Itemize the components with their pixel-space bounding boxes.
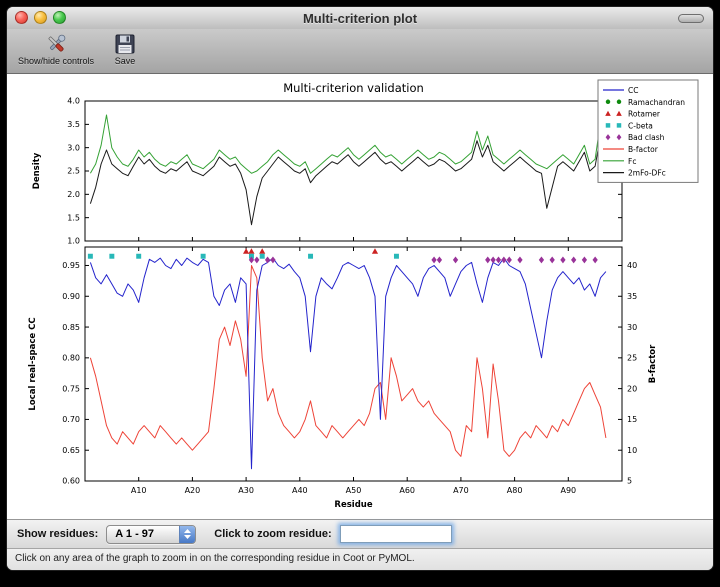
svg-text:30: 30 (627, 323, 637, 332)
svg-text:1.0: 1.0 (67, 237, 80, 246)
svg-text:5: 5 (627, 477, 632, 486)
title-bar[interactable]: Multi-criterion plot (7, 7, 713, 29)
svg-text:A50: A50 (346, 486, 362, 495)
svg-text:A60: A60 (399, 486, 415, 495)
svg-text:4.0: 4.0 (67, 97, 80, 106)
svg-text:3.5: 3.5 (67, 120, 80, 129)
controls-bar: Show residues: A 1 - 97 Click to zoom re… (7, 519, 713, 548)
status-message: Click on any area of the graph to zoom i… (15, 553, 415, 564)
svg-text:Fc: Fc (628, 157, 636, 166)
svg-text:35: 35 (627, 292, 637, 301)
svg-text:A80: A80 (507, 486, 523, 495)
svg-text:A30: A30 (238, 486, 254, 495)
zoom-residue-input[interactable] (340, 525, 452, 543)
svg-text:A90: A90 (560, 486, 576, 495)
svg-text:B-factor: B-factor (648, 344, 658, 383)
svg-text:0.75: 0.75 (62, 384, 80, 393)
svg-text:3.0: 3.0 (67, 143, 80, 152)
svg-text:0.85: 0.85 (62, 323, 80, 332)
legend-box (598, 80, 698, 182)
close-button[interactable] (15, 11, 28, 24)
svg-text:C-beta: C-beta (628, 121, 653, 130)
stepper-arrows-icon (179, 526, 195, 543)
svg-text:15: 15 (627, 415, 637, 424)
crossed-tools-icon (43, 32, 69, 56)
minimize-button[interactable] (34, 11, 47, 24)
top-axes (85, 101, 622, 241)
bottom-axes (85, 247, 622, 481)
toolbar-toggle-button[interactable] (678, 14, 704, 23)
svg-text:2mFo-DFc: 2mFo-DFc (628, 169, 666, 178)
chain-range-select[interactable]: A 1 - 97 (106, 525, 196, 544)
plot-canvas[interactable]: Multi-criterion validation 1.0 1.5 2.0 2.5 3.… (7, 74, 713, 519)
svg-text:Local real-space CC: Local real-space CC (28, 317, 38, 410)
toolbar: Show/hide controls Save (7, 29, 713, 74)
svg-text:A70: A70 (453, 486, 469, 495)
multi-criterion-chart[interactable]: Multi-criterion validation 1.0 1.5 2.0 2.5 3.… (7, 74, 713, 519)
svg-text:10: 10 (627, 446, 637, 455)
save-floppy-icon (114, 32, 136, 56)
save-button[interactable]: Save (109, 31, 141, 67)
svg-text:25: 25 (627, 354, 637, 363)
svg-text:0.65: 0.65 (62, 446, 80, 455)
svg-text:2.0: 2.0 (67, 190, 80, 199)
svg-text:Ramachandran: Ramachandran (628, 98, 685, 107)
svg-text:B-factor: B-factor (628, 145, 659, 154)
status-bar: Click on any area of the graph to zoom i… (7, 548, 713, 570)
svg-text:A40: A40 (292, 486, 308, 495)
svg-text:0.95: 0.95 (62, 261, 80, 270)
zoom-residue-label: Click to zoom residue: (214, 528, 331, 540)
svg-text:Bad clash: Bad clash (628, 133, 665, 142)
toolbar-item-label: Save (115, 56, 136, 66)
svg-text:0.90: 0.90 (62, 292, 80, 301)
show-hide-controls-button[interactable]: Show/hide controls (13, 31, 99, 67)
svg-text:0.60: 0.60 (62, 477, 80, 486)
svg-text:Rotamer: Rotamer (628, 110, 661, 119)
traffic-lights (15, 11, 66, 24)
svg-text:1.5: 1.5 (67, 213, 80, 222)
svg-text:20: 20 (627, 384, 637, 393)
svg-text:A20: A20 (185, 486, 201, 495)
svg-text:40: 40 (627, 261, 637, 270)
svg-text:A10: A10 (131, 486, 147, 495)
toolbar-item-label: Show/hide controls (18, 56, 94, 66)
svg-text:Density: Density (32, 152, 42, 189)
svg-text:0.80: 0.80 (62, 354, 80, 363)
chain-range-value: A 1 - 97 (107, 528, 179, 540)
zoom-window-button[interactable] (53, 11, 66, 24)
svg-text:2.5: 2.5 (67, 167, 80, 176)
svg-text:Multi-criterion validation: Multi-criterion validation (283, 81, 424, 95)
window-title: Multi-criterion plot (7, 11, 713, 26)
svg-text:0.70: 0.70 (62, 415, 80, 424)
svg-text:CC: CC (628, 86, 638, 95)
svg-text:Residue: Residue (334, 500, 372, 510)
multi-criterion-plot-window: Multi-criterion plot Show/hide controls (7, 7, 713, 570)
show-residues-label: Show residues: (17, 528, 98, 540)
